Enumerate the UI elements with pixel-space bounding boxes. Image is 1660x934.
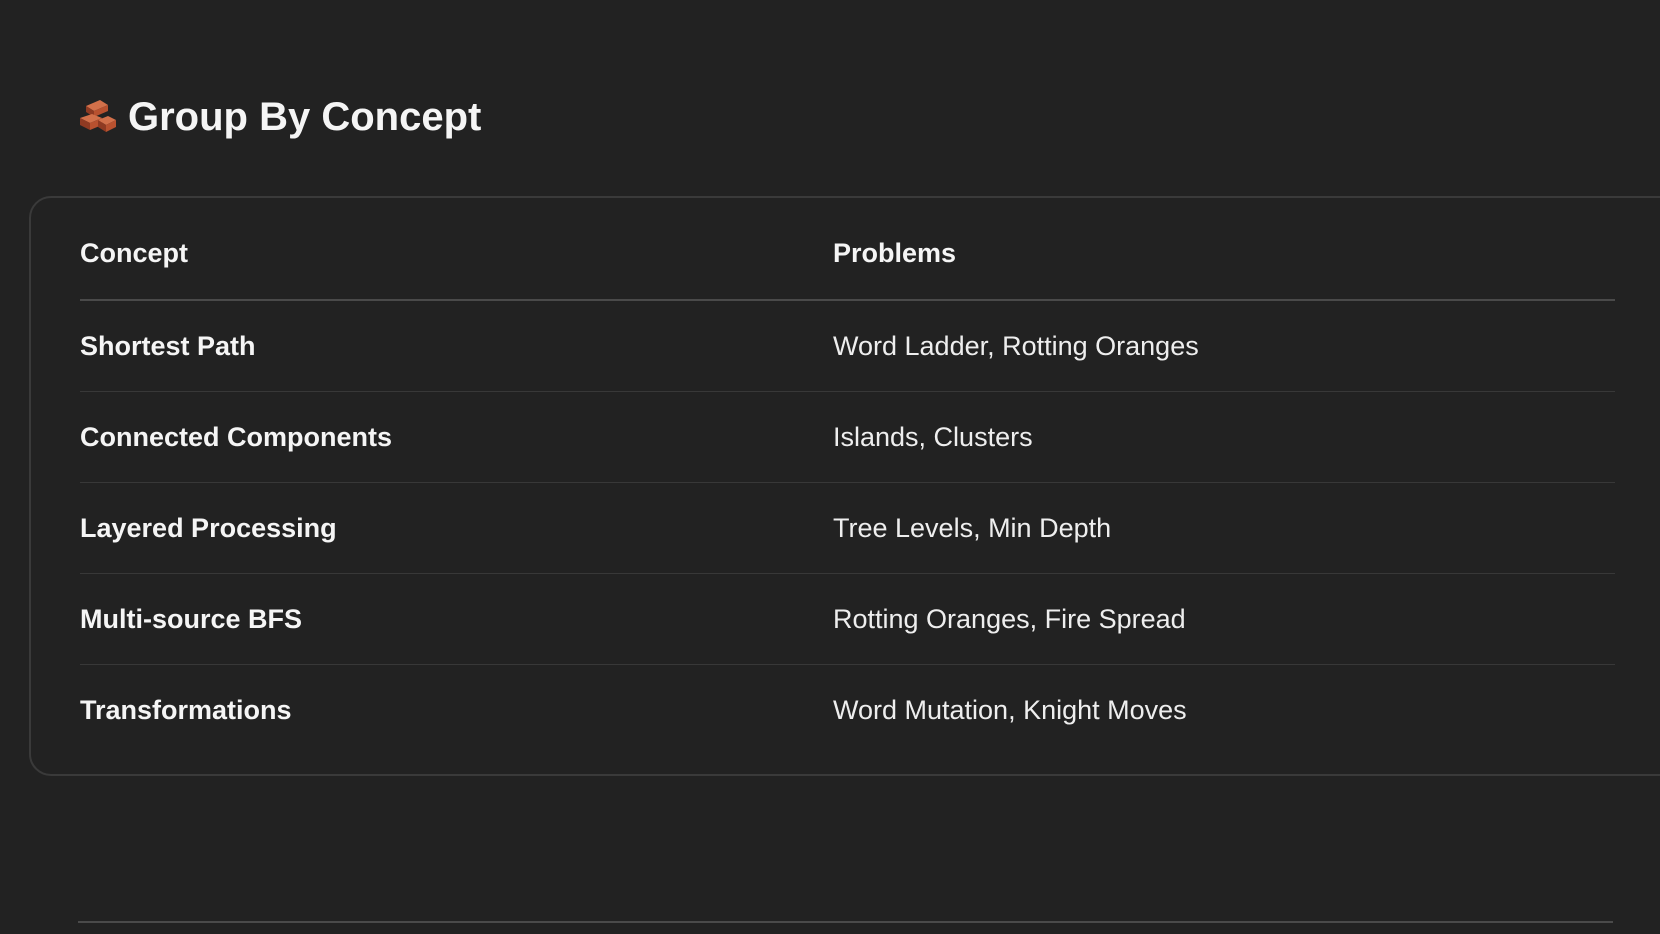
table-row: Shortest Path Word Ladder, Rotting Orang…	[80, 301, 1615, 392]
problems-cell: Word Ladder, Rotting Oranges	[833, 330, 1199, 361]
table-body: Concept Problems Shortest Path Word Ladd…	[80, 198, 1615, 755]
table-row: Multi-source BFS Rotting Oranges, Fire S…	[80, 574, 1615, 665]
table-row: Transformations Word Mutation, Knight Mo…	[80, 665, 1615, 755]
table-row: Connected Components Islands, Clusters	[80, 392, 1615, 483]
concept-cell: Connected Components	[80, 421, 393, 452]
table-row: Layered Processing Tree Levels, Min Dept…	[80, 483, 1615, 574]
concept-cell: Shortest Path	[80, 330, 256, 361]
table-header-row: Concept Problems	[80, 198, 1615, 301]
concept-cell: Transformations	[80, 694, 292, 725]
concept-cell: Multi-source BFS	[80, 603, 303, 634]
problems-cell: Islands, Clusters	[833, 421, 1033, 452]
problems-cell: Tree Levels, Min Depth	[833, 512, 1112, 543]
column-header-problems: Problems	[833, 238, 957, 268]
problems-cell: Word Mutation, Knight Moves	[833, 694, 1187, 725]
bricks-icon	[80, 100, 116, 132]
page: Group By Concept Concept Problems Shorte…	[0, 0, 1660, 934]
divider	[78, 921, 1613, 923]
column-header-concept: Concept	[80, 238, 188, 268]
concept-table: Concept Problems Shortest Path Word Ladd…	[29, 196, 1660, 776]
section-title: Group By Concept	[128, 94, 482, 139]
problems-cell: Rotting Oranges, Fire Spread	[833, 603, 1186, 634]
section-heading: Group By Concept	[78, 88, 481, 146]
concept-cell: Layered Processing	[80, 512, 337, 543]
